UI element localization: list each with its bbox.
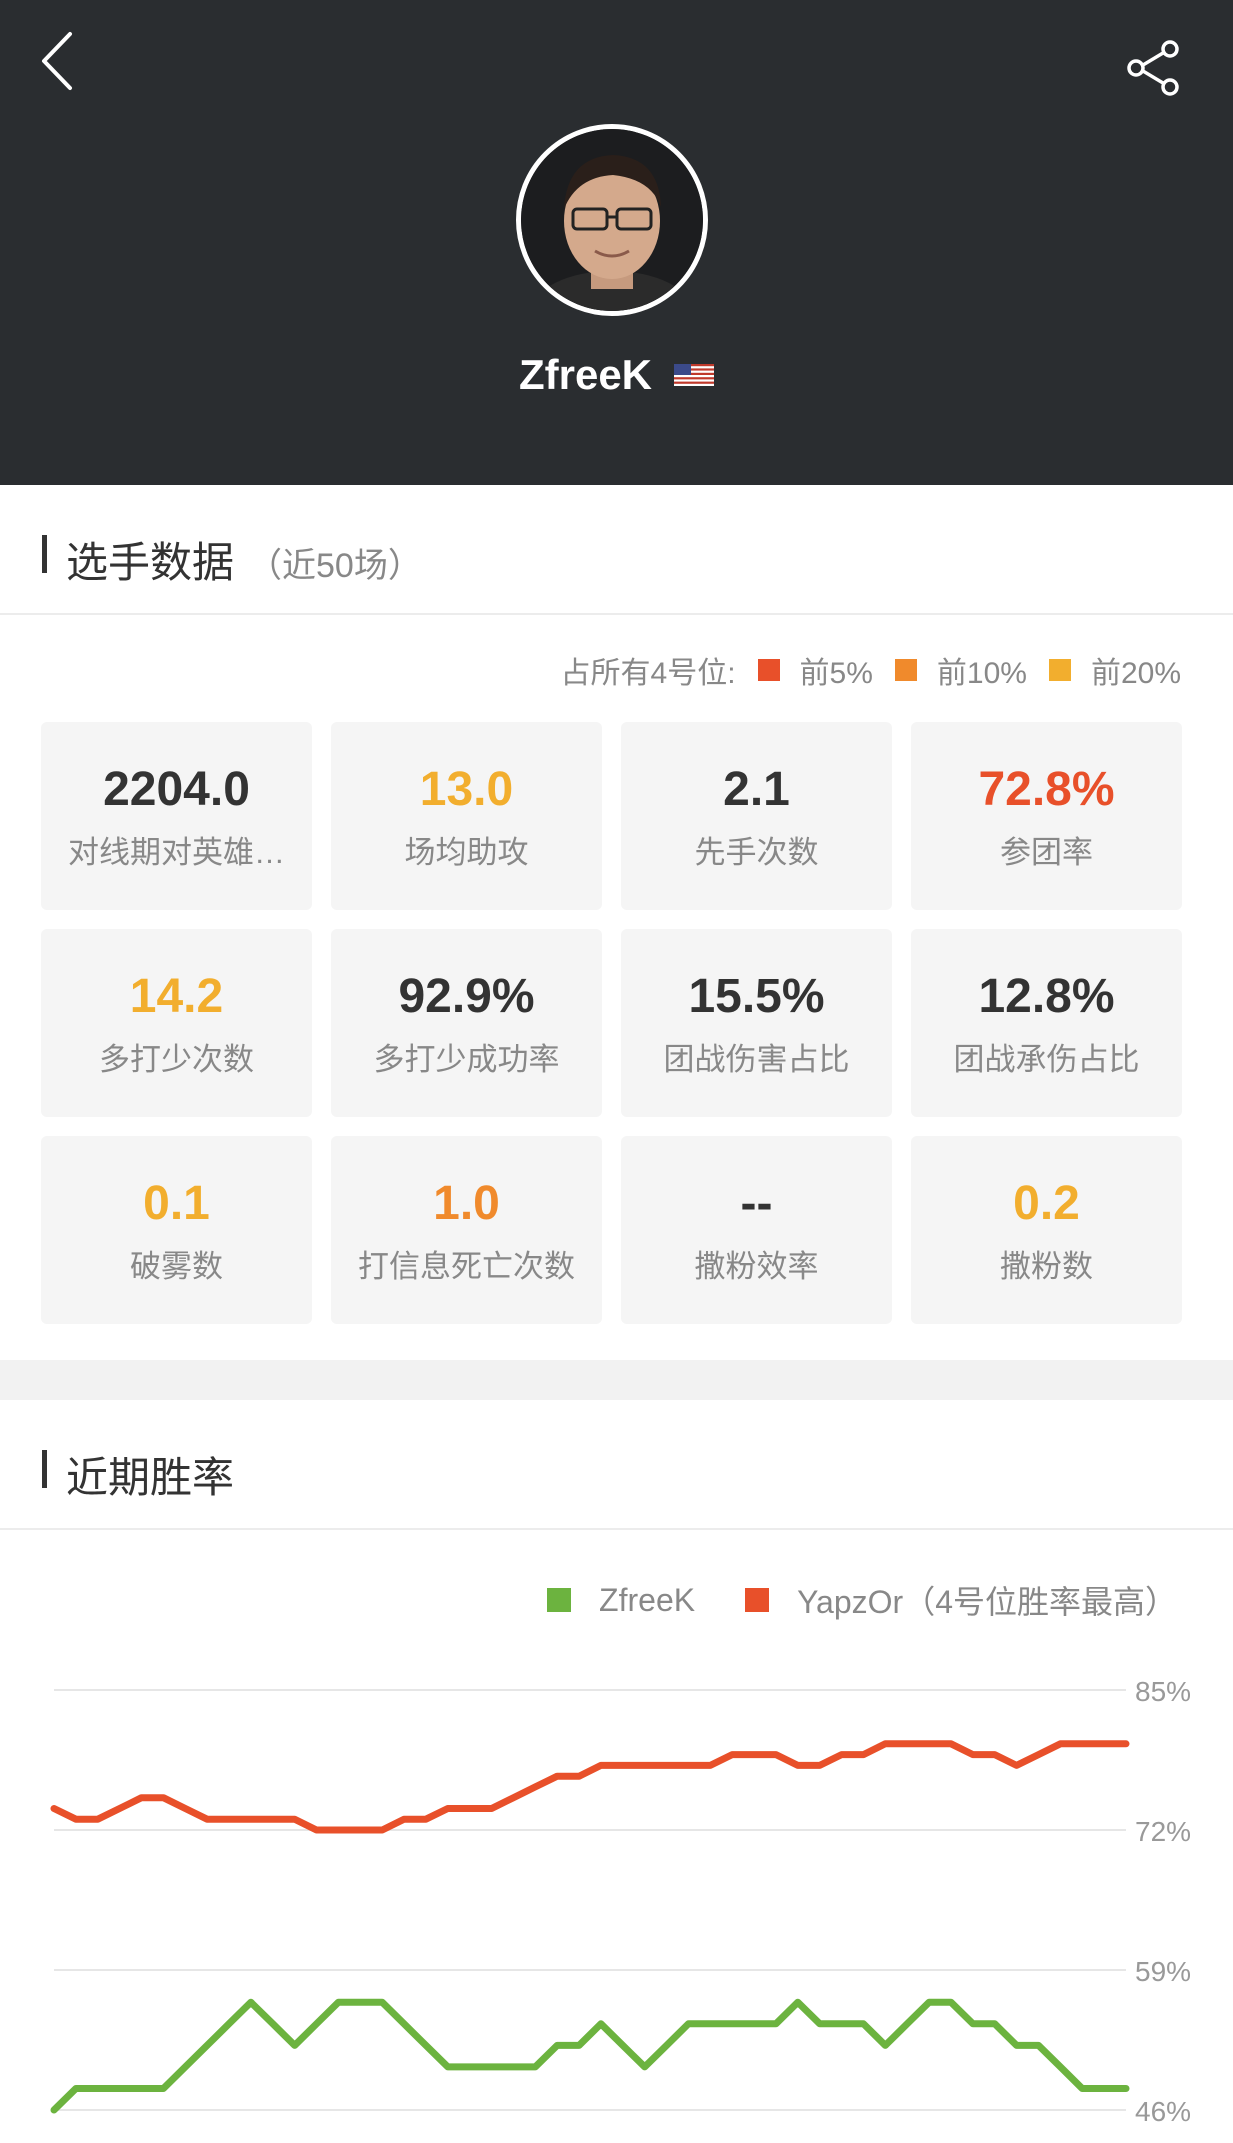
stat-card[interactable]: 13.0 场均助攻 — [331, 722, 602, 910]
stat-label: 对线期对英雄… — [68, 834, 285, 870]
stat-value: 12.8% — [978, 969, 1115, 1023]
stat-label: 撒粉效率 — [694, 1248, 819, 1284]
back-button[interactable] — [36, 28, 84, 94]
stat-label: 打信息死亡次数 — [358, 1248, 575, 1284]
series-line-yapzor — [50, 1740, 1130, 1834]
winrate-section-header: 近期胜率 — [0, 1400, 1233, 1530]
stat-label: 场均助攻 — [404, 834, 529, 870]
stat-value: 72.8% — [978, 762, 1115, 816]
legend-label-top10: 前10% — [936, 657, 1027, 690]
stat-value: 0.1 — [143, 1176, 210, 1230]
legend-swatch-top5 — [757, 659, 780, 681]
stat-card[interactable]: 1.0 打信息死亡次数 — [331, 1136, 602, 1324]
y-tick-label: 72% — [1135, 1816, 1191, 1847]
stat-value: 92.9% — [398, 969, 535, 1023]
y-tick-label: 46% — [1135, 2096, 1191, 2127]
stat-card[interactable]: -- 撒粉效率 — [621, 1136, 892, 1324]
stat-card[interactable]: 0.1 破雾数 — [41, 1136, 312, 1324]
stat-label: 团战承伤占比 — [953, 1041, 1140, 1077]
stat-value: 15.5% — [688, 969, 825, 1023]
stats-section-header: 选手数据 （近50场） — [0, 485, 1233, 615]
stat-card[interactable]: 14.2 多打少次数 — [41, 929, 312, 1117]
chevron-left-icon — [42, 32, 72, 90]
winrate-chart: 85% 72% 59% 46% — [50, 1676, 1191, 2127]
profile-header: ZfreeK — [0, 0, 1233, 485]
y-tick-label: 59% — [1135, 1956, 1191, 1987]
stat-value: 2.1 — [723, 762, 790, 816]
section-divider — [0, 1360, 1233, 1400]
stat-card[interactable]: 0.2 撒粉数 — [911, 1136, 1182, 1324]
series-line-zfreek — [50, 1998, 1130, 2114]
player-name-row: ZfreeK — [0, 346, 1233, 404]
stat-card[interactable]: 2204.0 对线期对英雄… — [41, 722, 312, 910]
stat-label: 团战伤害占比 — [663, 1041, 850, 1077]
section-accent-bar — [42, 1450, 47, 1488]
stat-label: 多打少成功率 — [373, 1041, 560, 1077]
us-flag-icon — [674, 364, 715, 386]
stat-value: 14.2 — [129, 969, 224, 1023]
stat-card[interactable]: 12.8% 团战承伤占比 — [911, 929, 1182, 1117]
chart-legend: ZfreeK YapzOr（4号位胜率最高） — [497, 1578, 1177, 1622]
legend-label-zfreek: ZfreeK — [599, 1581, 696, 1618]
stat-card[interactable]: 2.1 先手次数 — [621, 722, 892, 910]
stat-label: 先手次数 — [694, 834, 819, 870]
legend-label-top20: 前20% — [1090, 657, 1181, 690]
stat-card[interactable]: 92.9% 多打少成功率 — [331, 929, 602, 1117]
stat-label: 参团率 — [1000, 834, 1093, 870]
stat-card[interactable]: 72.8% 参团率 — [911, 722, 1182, 910]
stat-value: 13.0 — [419, 762, 514, 816]
stat-value: 2204.0 — [103, 762, 250, 816]
stats-title: 选手数据 — [66, 539, 235, 586]
avatar — [516, 124, 708, 316]
section-title: 选手数据 （近50场） — [66, 529, 422, 590]
legend-swatch-zfreek — [547, 1588, 572, 1612]
stat-value: 0.2 — [1013, 1176, 1080, 1230]
player-name: ZfreeK — [518, 351, 653, 398]
section-accent-bar — [42, 535, 47, 573]
y-tick-label: 85% — [1135, 1676, 1191, 1707]
stats-grid: 2204.0 对线期对英雄… 13.0 场均助攻 2.1 先手次数 72.8% 参团率 … — [41, 722, 1184, 1324]
share-button[interactable] — [1124, 38, 1184, 98]
winrate-title: 近期胜率 — [66, 1454, 235, 1501]
legend-label-top5: 前5% — [799, 657, 873, 690]
rank-legend-label: 占所有4号位: — [560, 657, 736, 690]
rank-legend: 占所有4号位: 前5% 前10% 前20% — [561, 650, 1181, 690]
stat-value: 1.0 — [433, 1176, 500, 1230]
legend-swatch-top20 — [1048, 659, 1071, 681]
stat-label: 多打少次数 — [99, 1041, 254, 1077]
legend-swatch-yapzor — [745, 1588, 770, 1612]
stat-card[interactable]: 15.5% 团战伤害占比 — [621, 929, 892, 1117]
legend-label-yapzor: YapzOr（4号位胜率最高） — [797, 1584, 1177, 1620]
share-icon — [1127, 40, 1179, 96]
legend-swatch-top10 — [894, 659, 917, 681]
stat-label: 撒粉数 — [1000, 1248, 1093, 1284]
stat-label: 破雾数 — [130, 1248, 223, 1284]
stats-subtitle: （近50场） — [248, 547, 422, 585]
stat-value: -- — [740, 1176, 773, 1230]
